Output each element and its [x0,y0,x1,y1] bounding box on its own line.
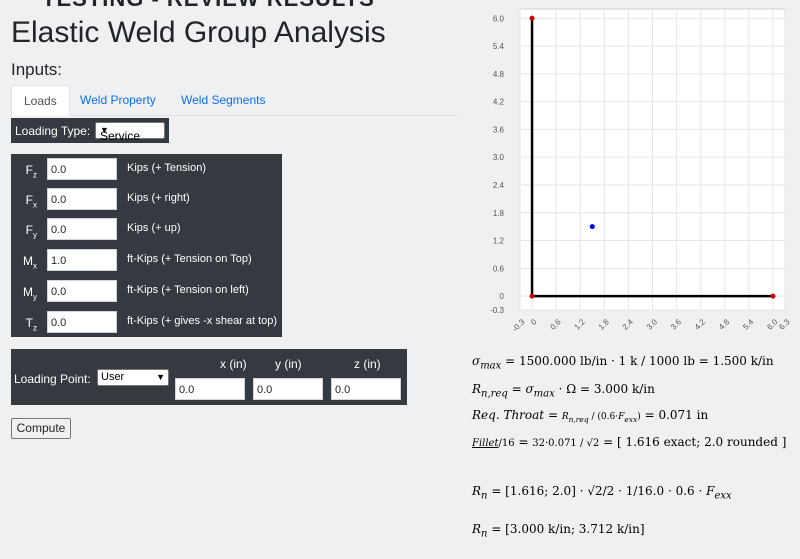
fillet-exact-value: 1.616 [625,435,660,449]
page-title: Elastic Weld Group Analysis [11,16,386,49]
tz-input[interactable]: 0.0 [47,311,117,333]
chevron-down-icon: ▼ [156,372,165,382]
rn-req-value: 3.000 k/in [593,382,655,396]
rn-value-exact: 3.000 k/in [509,522,571,536]
load-symbol: My [23,285,37,302]
fillet-rounded-label: rounded [727,435,778,449]
results-panel: -0.3 0 0.6 1.2 1.8 2.4 3.0 3.6 4.2 4.8 5.4 6.0 6.3 -0… [470,0,800,559]
y-tick-label: 4.8 [493,70,505,79]
y-tick-label: 3.6 [493,125,505,134]
load-row-tz: Tz 0.0 ft-Kips (+ gives -x shear at top) [11,307,282,337]
load-symbol: Fz [25,163,37,180]
fillet-exact-label: exact [663,435,697,449]
my-input[interactable]: 0.0 [47,280,117,302]
y-tick-label: 0 [500,292,505,301]
fillet-expression: 32·0.071 / √2 [532,438,600,449]
rn-req-result: Rn,req = σmax · Ω = 3.000 k/in [472,382,655,400]
req-throat-value: 0.071 in [658,408,709,422]
y-tick-label: 1.2 [493,237,505,246]
rn-result: Rn = [3.000 k/in; 3.712 k/in] [472,522,645,540]
x-tick-label: 3.6 [669,317,684,332]
fy-input[interactable]: 0.0 [47,218,117,240]
fx-input[interactable]: 0.0 [47,188,117,210]
load-row-my: My 0.0 ft-Kips (+ Tension on left) [11,276,282,306]
load-symbol: Tz [25,316,37,333]
loading-type-label: Loading Type: [15,124,91,138]
y-header: y (in) [275,357,302,371]
x-tick-label: 0 [529,317,539,327]
x-tick-label: 0.6 [548,317,563,332]
x-tick-label: 1.8 [597,317,612,332]
inputs-heading: Inputs: [11,60,63,79]
loading-point-label: Loading Point: [14,372,91,386]
loads-table: Fz 0.0 Kips (+ Tension) Fx 0.0 Kips (+ r… [11,154,282,337]
sigma-max-result: σmax = 1500.000 lb/in · 1 k / 1000 lb = … [472,354,774,372]
rn-formula-rounded: 2.0 [552,484,572,498]
segment-end-point [529,293,535,299]
x-header: x (in) [220,357,247,371]
y-tick-label: 2.4 [493,181,505,190]
inputs-panel: TESTING - REVIEW RESULTS Elastic Weld Gr… [0,0,470,559]
x-input[interactable]: 0.0 [175,378,245,400]
loading-point-panel: Loading Point: User ▼ x (in) y (in) z (in… [11,349,407,405]
x-tick-label: 4.8 [717,317,732,332]
z-header: z (in) [354,357,381,371]
y-tick-label: 0.6 [493,264,505,273]
testing-banner: TESTING - REVIEW RESULTS [42,0,375,12]
x-tick-label: 2.4 [621,317,636,332]
tab-loads[interactable]: Loads [11,85,70,116]
load-description: ft-Kips (+ gives -x shear at top) [127,315,278,327]
y-tick-label: 4.2 [493,98,505,107]
y-tick-label: 5.4 [493,42,505,51]
x-tick-label: 6.3 [777,317,792,332]
x-tick-label: 5.4 [741,317,756,332]
load-description: Kips (+ Tension) [127,162,206,174]
load-description: Kips (+ right) [127,192,190,204]
rn-formula: Rn = [1.616; 2.0] · √2/2 · 1/16.0 · 0.6 … [472,484,732,502]
fillet-result: Fillet/16 = 32·0.071 / √2 = [ 1.616 exac… [472,435,787,449]
weld-group-plot: -0.3 0 0.6 1.2 1.8 2.4 3.0 3.6 4.2 4.8 5.4 6.06.3-0… [490,8,792,334]
rn-formula-exact: 1.616 [509,484,545,498]
load-row-fx: Fx 0.0 Kips (+ right) [11,184,282,214]
load-description: Kips (+ up) [127,222,181,234]
y-input[interactable]: 0.0 [253,378,323,400]
loading-type-select[interactable]: Service ▼ [95,122,165,143]
load-row-mx: Mx 1.0 ft-Kips (+ Tension on Top) [11,245,282,275]
segment-end-point [529,15,535,21]
loading-point-select[interactable]: User ▼ [97,369,169,386]
load-description: ft-Kips (+ Tension on Top) [127,253,252,265]
input-tabs: Loads Weld Property Weld Segments [11,85,459,116]
tab-weld-property[interactable]: Weld Property [68,85,168,116]
y-tick-label: 1.8 [493,209,505,218]
fz-input[interactable]: 0.0 [47,158,117,180]
loading-point-mode: User [101,371,125,383]
x-tick-label: 1.2 [573,317,588,332]
rn-factor: 1/16.0 [625,484,665,498]
mx-input[interactable]: 1.0 [47,249,117,271]
x-tick-label: -0.3 [510,317,527,334]
x-tick-label: 4.2 [693,317,708,332]
load-symbol: Fy [25,223,37,240]
chevron-down-icon: ▼ [100,125,109,135]
centroid-point [589,224,595,230]
rn-value-rounded: 3.712 k/in [578,522,640,536]
y-tick-label: 3.0 [493,153,505,162]
fillet-rounded-value: 2.0 [704,435,724,449]
x-tick-label: 3.0 [645,317,660,332]
sigma-max-value: 1500.000 lb/in · 1 k / 1000 lb = 1.500 k… [518,354,774,368]
load-description: ft-Kips (+ Tension on left) [127,284,249,296]
load-symbol: Fx [25,193,37,210]
load-symbol: Mx [23,254,37,271]
y-tick-label: -0.3 [490,306,504,315]
tab-weld-segments[interactable]: Weld Segments [169,85,278,116]
y-tick-label: 6.0 [493,14,505,23]
compute-button[interactable]: Compute [11,418,71,439]
req-throat-result: Req. Throat = Rn,req / (0.6·Fexx) = 0.07… [472,408,709,424]
loading-type-bar: Loading Type: Service ▼ [11,118,169,143]
z-input[interactable]: 0.0 [331,378,401,400]
segment-end-point [770,293,776,299]
load-row-fy: Fy 0.0 Kips (+ up) [11,214,282,244]
load-row-fz: Fz 0.0 Kips (+ Tension) [11,154,282,184]
